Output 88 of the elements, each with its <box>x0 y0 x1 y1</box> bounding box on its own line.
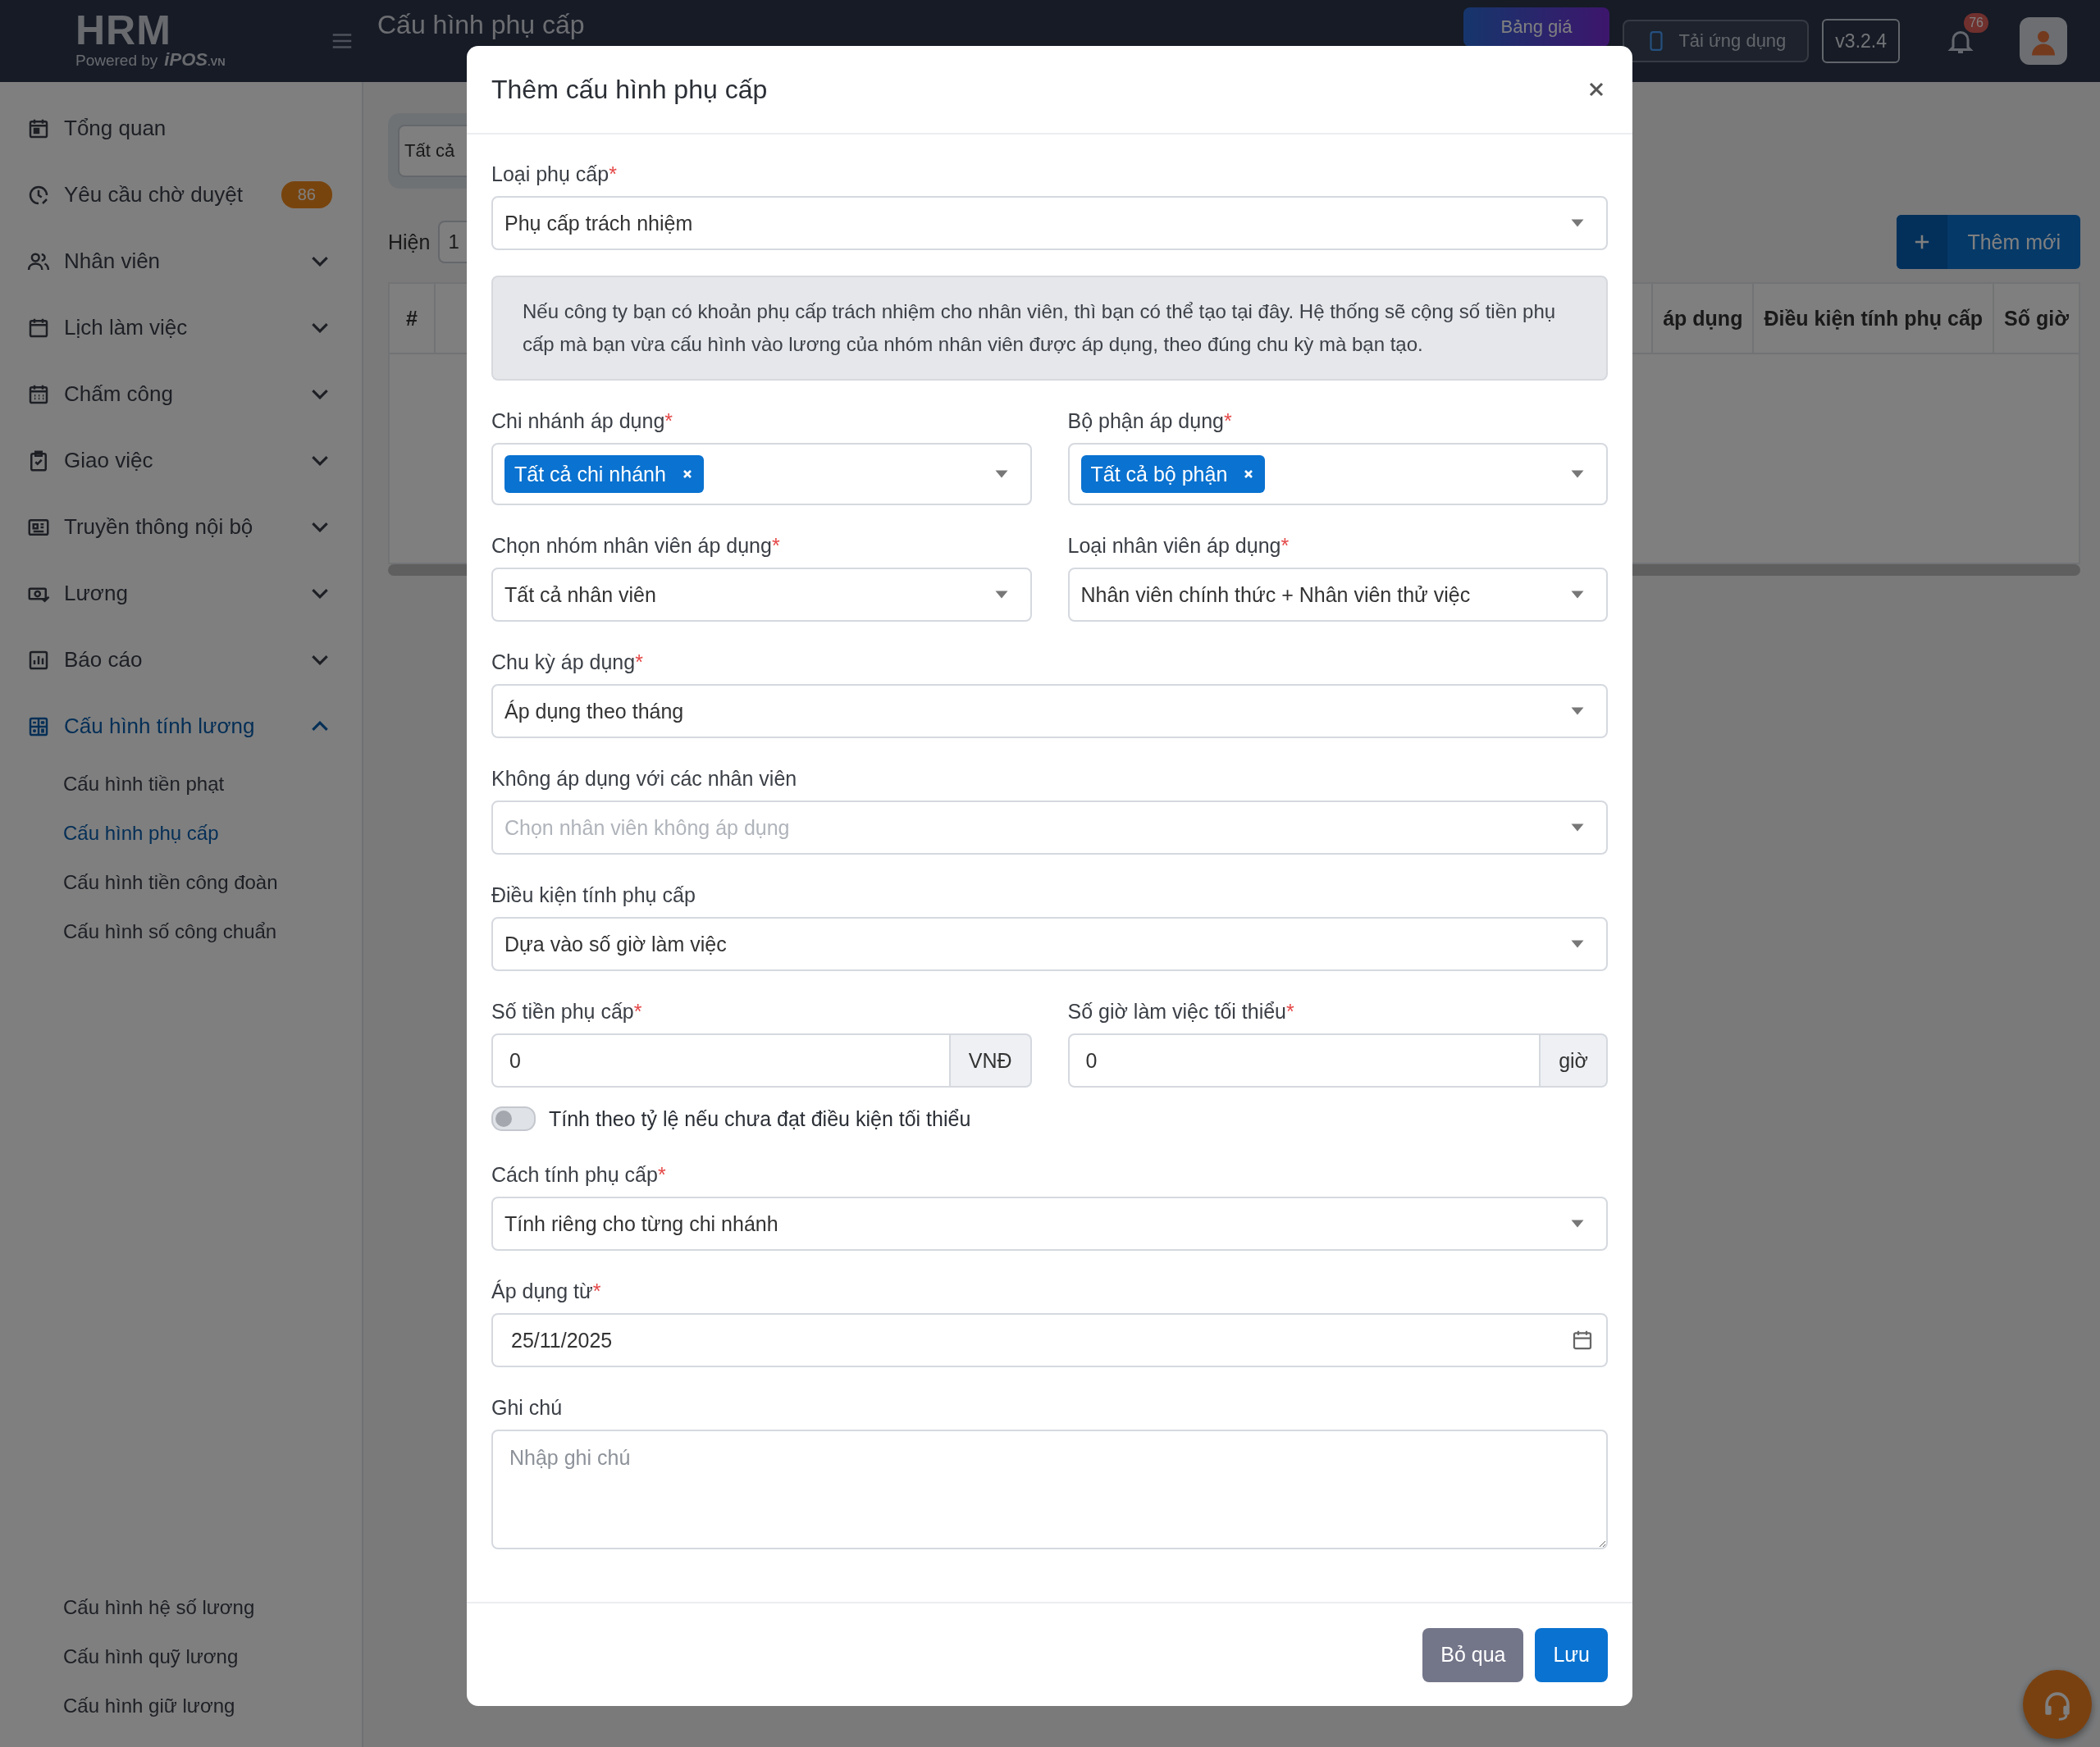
sidebar-item[interactable]: Báo cáo <box>0 627 362 693</box>
column-header: # <box>390 284 436 353</box>
field-label: Bộ phận áp dụng* <box>1067 408 1233 434</box>
chevron-down-icon <box>311 588 329 599</box>
sidebar-item[interactable]: Tổng quan <box>0 95 362 162</box>
chevron-up-icon <box>311 721 329 732</box>
field-label: Chi nhánh áp dụng* <box>491 408 674 434</box>
logo: HRM <box>75 11 171 49</box>
caret-icon <box>993 590 1009 600</box>
column-header: Số giờ <box>2003 305 2070 331</box>
toggle-label: Tính theo tỷ lệ nếu chưa đạt điều kiện tối thiểu <box>549 1106 971 1131</box>
field-label: Loại phụ cấp* <box>491 162 618 187</box>
support-button[interactable] <box>2023 1670 2092 1739</box>
column-header: áp dụng <box>1653 284 1755 353</box>
select-field[interactable]: Áp dụng theo tháng <box>491 684 1608 738</box>
plus-icon <box>1897 215 1948 269</box>
caret-icon <box>1570 218 1585 228</box>
submenu-item[interactable]: Cấu hình hệ số lương <box>0 1583 362 1632</box>
unit-label: VNĐ <box>950 1033 1032 1088</box>
date-field[interactable]: 25/11/2025 <box>491 1313 1608 1367</box>
select-field[interactable]: Tất cả nhân viên <box>491 568 1032 622</box>
submenu-item[interactable]: Cấu hình số công chuẩn <box>0 907 362 956</box>
submenu-item[interactable]: Cấu hình tiền công đoàn <box>0 858 362 907</box>
page-title: Cấu hình phụ cấp <box>377 9 585 40</box>
add-new-button[interactable]: Thêm mới <box>1897 215 2080 269</box>
sidebar-item[interactable]: Giao việc <box>0 427 362 494</box>
field-label: Áp dụng từ* <box>491 1279 602 1304</box>
save-button[interactable]: Lưu <box>1535 1627 1608 1682</box>
field-label: Chọn nhóm nhân viên áp dụng* <box>491 533 781 559</box>
field-label: Loại nhân viên áp dụng* <box>1067 533 1290 559</box>
field-label: Chu kỳ áp dụng* <box>491 650 644 675</box>
sidebar-item[interactable]: Nhân viên <box>0 228 362 294</box>
unit-label: giờ <box>1541 1033 1608 1088</box>
info-note: Nếu công ty bạn có khoản phụ cấp trách nhiệm cho nhân viên, thì bạn có thể tạo tại đây. Hệ thống sẽ cộng số tiền phụ cấp mà bạn vừa cấu hình vào lương của nhóm nhân viên được áp dụng, theo đúng chu kỳ mà bạn tạo. <box>491 276 1608 381</box>
note-textarea[interactable]: Nhập ghi chú <box>491 1430 1608 1549</box>
chevron-down-icon <box>311 256 329 267</box>
field-label: Điều kiện tính phụ cấp <box>491 883 696 908</box>
caret-icon <box>1570 1219 1585 1229</box>
select-field[interactable]: Chọn nhân viên không áp dụng <box>491 801 1608 855</box>
number-input[interactable]: 0 <box>1067 1033 1541 1088</box>
count-badge: 86 <box>281 181 332 208</box>
sidebar-item[interactable]: Chấm công <box>0 361 362 427</box>
number-input[interactable]: 0 <box>491 1033 951 1088</box>
tag-chip[interactable]: Tất cả bộ phận <box>1080 455 1266 493</box>
submenu-item[interactable]: Cấu hình giữ lương <box>0 1681 362 1731</box>
sidebar-item[interactable]: Lương <box>0 560 362 627</box>
chevron-down-icon <box>311 522 329 532</box>
multiselect-field[interactable]: Tất cả chi nhánh <box>491 443 1032 505</box>
select-field[interactable]: Tính riêng cho từng chi nhánh <box>491 1197 1608 1251</box>
field-label: Số giờ làm việc tối thiểu* <box>1067 999 1295 1024</box>
brand-logo: iPOS.VN <box>164 49 226 71</box>
select-field[interactable]: Phụ cấp trách nhiệm <box>491 196 1608 250</box>
select-field[interactable]: Nhân viên chính thức + Nhân viên thử việc <box>1067 568 1608 622</box>
avatar[interactable] <box>2020 17 2067 65</box>
caret-icon <box>1570 823 1585 832</box>
submenu-item[interactable]: Cấu hình tiền phạt <box>0 759 362 809</box>
field-label: Số tiền phụ cấp* <box>491 999 643 1024</box>
tag-chip[interactable]: Tất cả chi nhánh <box>504 455 704 493</box>
chevron-down-icon <box>311 389 329 399</box>
column-header: Điều kiện tính phụ cấp <box>1754 284 1995 353</box>
download-app-button[interactable]: Tải ứng dụng <box>1623 20 1810 62</box>
toggle-switch[interactable] <box>491 1106 536 1131</box>
chevron-down-icon <box>311 322 329 333</box>
submenu-item[interactable]: Cấu hình phụ cấp <box>0 809 362 858</box>
dialog-title: Thêm cấu hình phụ cấp <box>491 74 769 105</box>
field-label: Cách tính phụ cấp* <box>491 1162 667 1188</box>
caret-icon <box>1570 469 1585 479</box>
sidebar-item[interactable]: Cấu hình tính lương <box>0 693 362 759</box>
show-label: Hiện <box>388 230 431 254</box>
sidebar-item[interactable]: Lịch làm việc <box>0 294 362 361</box>
caret-icon <box>1570 590 1585 600</box>
pricing-button[interactable]: Bảng giá <box>1463 7 1610 47</box>
chevron-down-icon <box>311 455 329 466</box>
cancel-button[interactable]: Bỏ qua <box>1422 1627 1524 1682</box>
powered-by-text: Powered by <box>75 52 158 70</box>
field-label: Không áp dụng với các nhân viên <box>491 766 798 791</box>
chevron-down-icon <box>311 655 329 665</box>
multiselect-field[interactable]: Tất cả bộ phận <box>1067 443 1608 505</box>
select-field[interactable]: Dựa vào số giờ làm việc <box>491 917 1608 971</box>
notification-badge: 76 <box>1964 13 1988 33</box>
caret-icon <box>1570 939 1585 949</box>
submenu-item[interactable]: Cấu hình quỹ lương <box>0 1632 362 1681</box>
caret-icon <box>1570 706 1585 716</box>
caret-icon <box>993 469 1009 479</box>
sidebar-item[interactable]: Yêu cầu chờ duyệt 86 <box>0 162 362 228</box>
field-label: Ghi chú <box>491 1395 564 1421</box>
version-label: v3.2.4 <box>1822 19 1900 63</box>
sidebar-item[interactable]: Truyền thông nội bộ <box>0 494 362 560</box>
